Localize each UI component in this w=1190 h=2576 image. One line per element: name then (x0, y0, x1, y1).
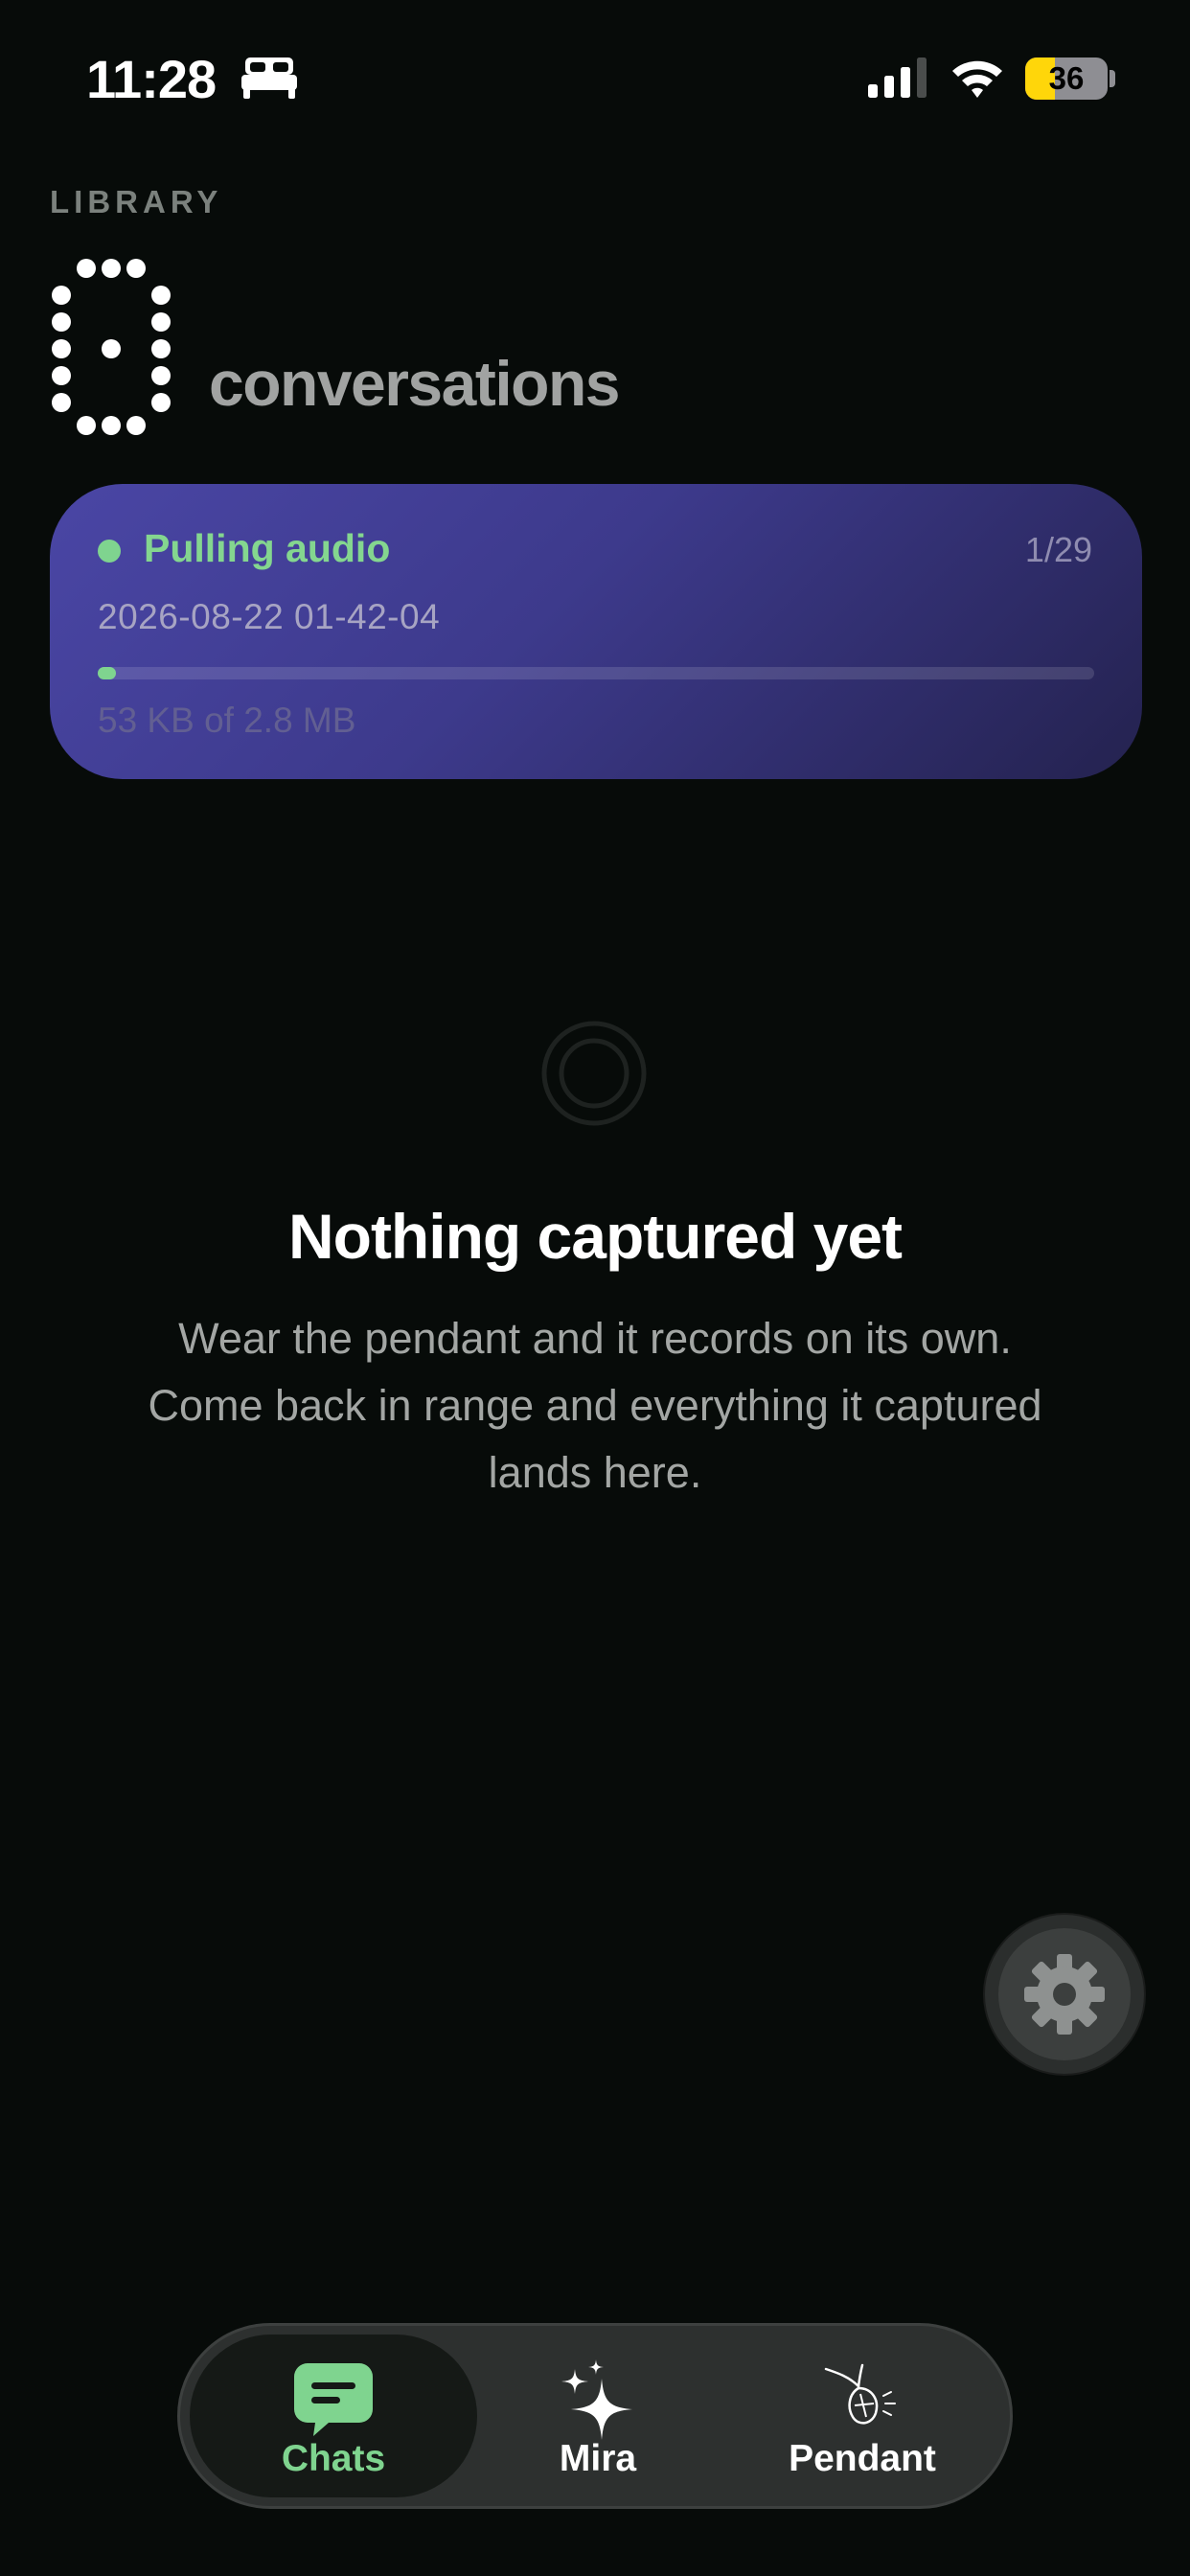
sync-status-label: Pulling audio (144, 526, 391, 570)
battery-cap (1110, 70, 1115, 87)
sync-file-counter: 1/29 (1024, 530, 1092, 569)
tab-bar: Chats Mira Pendant (177, 2323, 1013, 2509)
pendant-icon (824, 2363, 896, 2425)
battery-indicator: 36 (1025, 58, 1108, 100)
sync-progress-bar (98, 667, 1094, 679)
tab-label: Chats (281, 2438, 386, 2479)
sync-filename: 2026-08-22 01-42-04 (98, 597, 441, 636)
cellular-signal-icon (868, 58, 927, 98)
tab-pendant[interactable]: Pendant (719, 2334, 1006, 2497)
sync-status-dot (98, 540, 121, 563)
page-title: conversations (209, 348, 621, 419)
library-screen: 11:28 36 LIBRARY conversations Pulling a… (0, 0, 1190, 2576)
tab-label: Mira (559, 2438, 637, 2479)
sync-progress-fill (98, 667, 116, 679)
status-bar: 11:28 36 (0, 0, 1190, 153)
settings-button-face (998, 1928, 1131, 2060)
status-time: 11:28 (86, 49, 217, 109)
chat-bubble-icon (294, 2363, 373, 2436)
sparkles-icon (561, 2359, 632, 2440)
sync-progress-card[interactable]: Pulling audio 1/29 2026-08-22 01-42-04 5… (50, 484, 1142, 779)
tab-mira[interactable]: Mira (454, 2334, 742, 2497)
bed-icon (241, 58, 297, 99)
empty-state-body: Wear the pendant and it records on its o… (148, 1314, 1042, 1497)
tab-label: Pendant (789, 2438, 936, 2479)
settings-button[interactable] (985, 1915, 1144, 2074)
tab-chats[interactable]: Chats (190, 2334, 477, 2497)
empty-ring-icon (541, 1021, 647, 1126)
conversation-count (52, 259, 171, 435)
empty-state-title: Nothing captured yet (287, 1201, 903, 1272)
sync-bytes-label: 53 KB of 2.8 MB (98, 701, 356, 740)
battery-level: 36 (1048, 60, 1085, 96)
gear-icon (1024, 1954, 1105, 2035)
section-label: LIBRARY (50, 184, 223, 219)
wifi-icon (952, 60, 1002, 98)
